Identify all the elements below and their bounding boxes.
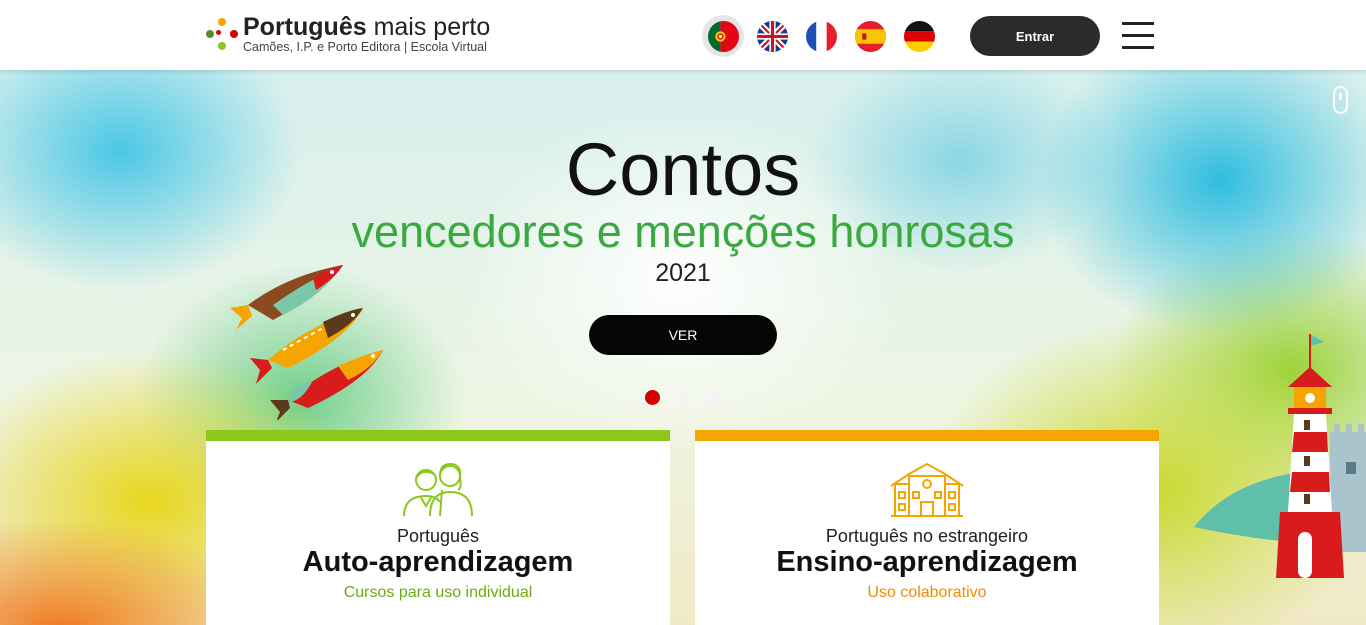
- site-header: Português mais perto Camões, I.P. e Port…: [0, 0, 1366, 70]
- carousel-dot-1[interactable]: [645, 390, 660, 405]
- logo-subtitle: Camões, I.P. e Porto Editora | Escola Vi…: [243, 40, 487, 54]
- card-title: Ensino-aprendizagem: [776, 546, 1078, 578]
- card-pretitle: Português: [396, 526, 480, 546]
- hero-subtitle: vencedores e menções honrosas: [351, 206, 1015, 257]
- carousel-dot-2[interactable]: [675, 390, 690, 405]
- flag-uk-icon[interactable]: [751, 15, 793, 57]
- hero-year: 2021: [655, 259, 711, 287]
- carousel-dots: [645, 390, 735, 405]
- language-selector: [702, 15, 947, 57]
- flag-spain-icon[interactable]: [849, 15, 891, 57]
- flag-portugal-icon[interactable]: [702, 15, 744, 57]
- hero-title: Contos: [565, 128, 801, 211]
- card-accent-bar: [206, 430, 670, 441]
- mouse-scroll-icon: [1333, 86, 1348, 114]
- lighthouse-illustration-icon: [1194, 334, 1366, 578]
- card-teaching-learning[interactable]: Português no estrangeiro Ensino-aprendiz…: [695, 430, 1159, 625]
- people-icon: [403, 462, 473, 517]
- logo-title: Português mais perto: [243, 13, 491, 41]
- hero-banner: Contos vencedores e menções honrosas 202…: [0, 70, 1366, 625]
- card-accent-bar: [695, 430, 1159, 441]
- flag-france-icon[interactable]: [800, 15, 842, 57]
- card-note: Uso colaborativo: [867, 584, 987, 601]
- logo-dots-icon: [206, 18, 238, 50]
- flag-germany-icon[interactable]: [898, 15, 940, 57]
- card-note: Cursos para uso individual: [343, 584, 533, 601]
- card-pretitle: Português no estrangeiro: [825, 526, 1029, 546]
- login-button[interactable]: Entrar: [970, 16, 1100, 56]
- site-logo[interactable]: Português mais perto Camões, I.P. e Port…: [206, 14, 490, 54]
- carousel-dot-3[interactable]: [705, 390, 720, 405]
- school-icon: [890, 462, 964, 517]
- card-self-learning[interactable]: Português Auto-aprendizagem Cursos para …: [206, 430, 670, 625]
- hamburger-menu-icon[interactable]: [1122, 22, 1154, 50]
- hero-view-button[interactable]: VER: [589, 315, 777, 355]
- card-title: Auto-aprendizagem: [302, 546, 574, 578]
